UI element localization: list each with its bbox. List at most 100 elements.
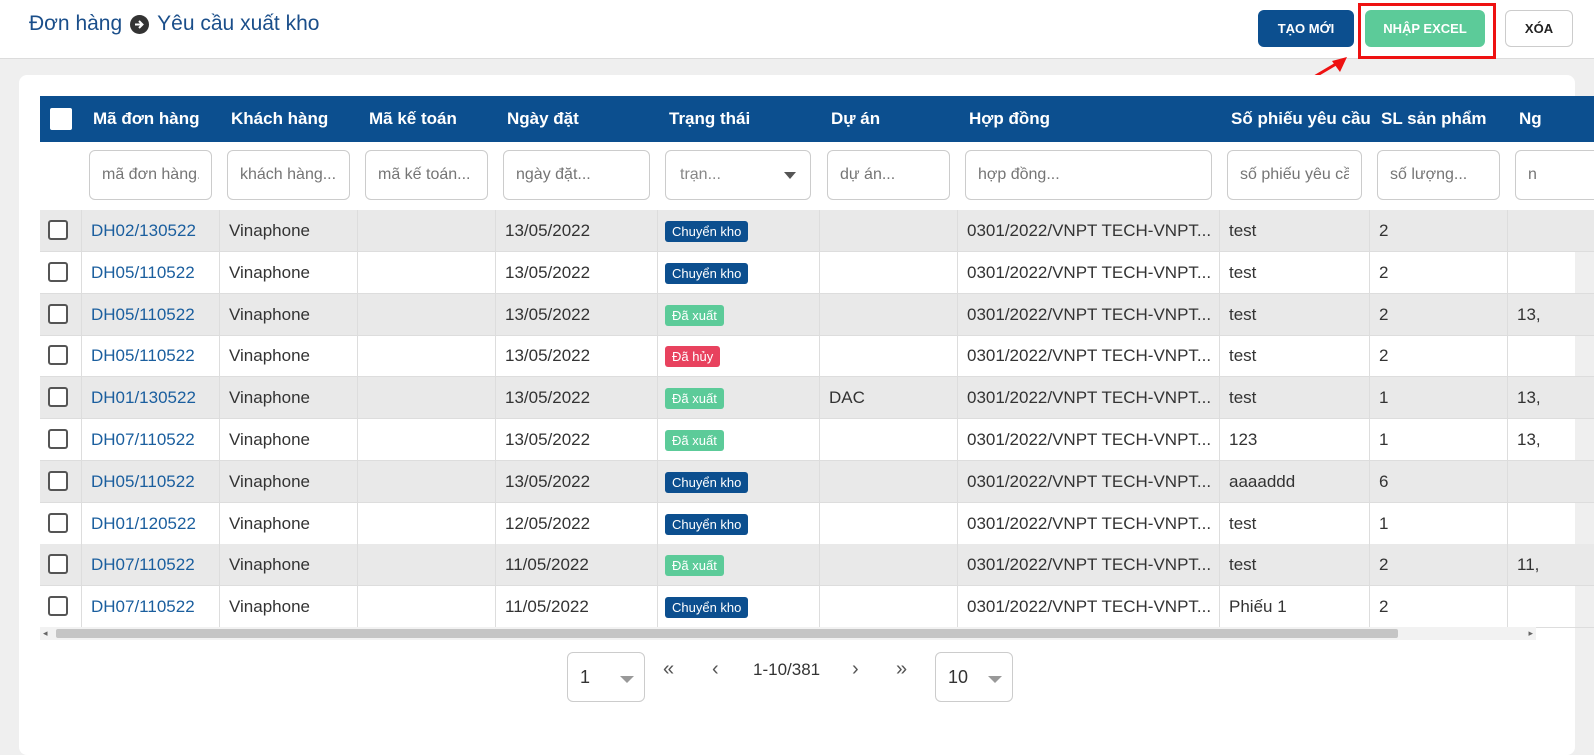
contract-cell: 0301/2022/VNPT TECH-VNPT...: [967, 346, 1212, 366]
request-no-cell: 123: [1229, 430, 1258, 449]
order-code-cell[interactable]: DH07/110522: [81, 544, 219, 586]
row-checkbox[interactable]: [48, 345, 68, 366]
quantity-filter[interactable]: [1377, 150, 1500, 200]
accounting-code-cell: [357, 419, 495, 461]
request-no-filter[interactable]: [1227, 150, 1362, 200]
col-header-request-no[interactable]: Số phiếu yêu cầu: [1219, 96, 1371, 142]
accounting-code-cell: [357, 461, 495, 503]
status-cell: Đã xuất: [657, 377, 819, 419]
request-no-cell: test: [1229, 388, 1257, 408]
order-date-filter[interactable]: [503, 150, 650, 200]
order-code-cell[interactable]: DH07/110522: [81, 586, 219, 628]
quantity-cell: 1: [1379, 513, 1389, 533]
row-checkbox[interactable]: [48, 554, 68, 575]
table-row[interactable]: DH01/120522 Vinaphone 12/05/2022 Chuyển kho…: [40, 502, 1594, 545]
table-row[interactable]: DH02/130522 Vinaphone 13/05/2022 Chuyển kho…: [40, 210, 1594, 252]
request-no-cell: aaaaddd: [1229, 471, 1296, 491]
horizontal-scrollbar[interactable]: ◂ ▸: [40, 627, 1536, 640]
order-date-cell: 13/05/2022: [505, 346, 591, 366]
next-page-icon[interactable]: ›: [852, 658, 859, 681]
order-code-cell[interactable]: DH05/110522: [81, 461, 219, 503]
contract-cell: 0301/2022/VNPT TECH-VNPT...: [967, 555, 1212, 575]
contract-cell: 0301/2022/VNPT TECH-VNPT...: [967, 430, 1212, 449]
table-row[interactable]: DH07/110522 Vinaphone 11/05/2022 Đã xuất 030…: [40, 544, 1594, 587]
customer-filter[interactable]: [227, 150, 350, 200]
customer-cell: Vinaphone: [229, 262, 310, 282]
last-page-icon[interactable]: »: [896, 658, 907, 681]
row-checkbox[interactable]: [48, 512, 68, 533]
col-header-contract[interactable]: Hợp đồng: [957, 96, 1050, 142]
row-checkbox[interactable]: [48, 387, 68, 408]
order-code-cell[interactable]: DH01/130522: [81, 377, 219, 419]
order-code-cell[interactable]: DH05/110522: [81, 335, 219, 377]
status-badge: Đã hủy: [665, 346, 721, 368]
project-filter[interactable]: [827, 150, 950, 200]
row-checkbox[interactable]: [48, 303, 68, 324]
page-size-select[interactable]: 10: [935, 652, 1013, 702]
col-header-status[interactable]: Trạng thái: [657, 96, 750, 142]
customer-cell: Vinaphone: [229, 555, 310, 575]
contract-cell: 0301/2022/VNPT TECH-VNPT...: [967, 513, 1212, 533]
customer-cell: Vinaphone: [229, 304, 310, 324]
extra-filter[interactable]: [1515, 150, 1594, 200]
order-code-cell[interactable]: DH01/120522: [81, 503, 219, 545]
table-row[interactable]: DH05/110522 Vinaphone 13/05/2022 Đã hủy 0301…: [40, 335, 1594, 378]
row-checkbox[interactable]: [48, 429, 68, 449]
status-filter[interactable]: trạn...: [665, 150, 811, 200]
first-page-icon[interactable]: «: [663, 658, 674, 681]
delete-button[interactable]: XÓA: [1505, 10, 1573, 47]
quantity-cell: 6: [1379, 471, 1389, 491]
scrollbar-thumb[interactable]: [56, 629, 1398, 638]
col-header-extra[interactable]: Ng: [1507, 96, 1542, 142]
select-all-checkbox[interactable]: [50, 108, 72, 130]
prev-page-icon[interactable]: ‹: [712, 658, 719, 681]
scroll-right-icon[interactable]: ▸: [1528, 628, 1533, 639]
scroll-left-icon[interactable]: ◂: [43, 628, 48, 639]
project-cell: [819, 544, 957, 586]
col-header-order-code[interactable]: Mã đơn hàng: [81, 96, 200, 142]
table-row[interactable]: DH07/110522 Vinaphone 11/05/2022 Chuyển kho…: [40, 586, 1594, 629]
table-row[interactable]: DH05/110522 Vinaphone 13/05/2022 Chuyển kho…: [40, 460, 1594, 503]
order-code-cell[interactable]: DH05/110522: [81, 294, 219, 336]
table-row[interactable]: DH01/130522 Vinaphone 13/05/2022 Đã xuất DAC…: [40, 377, 1594, 420]
contract-filter[interactable]: [965, 150, 1212, 200]
project-cell: [819, 503, 957, 545]
table-row[interactable]: DH07/110522 Vinaphone 13/05/2022 Đã xuất 030…: [40, 419, 1594, 461]
customer-cell: Vinaphone: [229, 471, 310, 491]
status-badge: Chuyển kho: [665, 471, 749, 493]
page-size-value: 10: [948, 666, 969, 687]
status-badge: Chuyển kho: [665, 262, 749, 284]
page-select[interactable]: 1: [567, 652, 645, 702]
order-date-cell: 13/05/2022: [505, 430, 591, 449]
row-checkbox[interactable]: [48, 470, 68, 491]
order-code-filter[interactable]: [89, 150, 212, 200]
table-row[interactable]: DH05/110522 Vinaphone 13/05/2022 Chuyển kho…: [40, 251, 1594, 294]
customer-cell: Vinaphone: [229, 430, 310, 449]
row-checkbox[interactable]: [48, 596, 68, 617]
customer-cell: Vinaphone: [229, 388, 310, 408]
request-no-cell: test: [1229, 262, 1257, 282]
accounting-code-filter[interactable]: [365, 150, 488, 200]
col-header-quantity[interactable]: SL sản phẩm: [1369, 96, 1487, 142]
table-row[interactable]: DH05/110522 Vinaphone 13/05/2022 Đã xuất 030…: [40, 293, 1594, 336]
order-code-cell[interactable]: DH05/110522: [81, 252, 219, 294]
order-code-cell[interactable]: DH07/110522: [81, 419, 219, 461]
row-checkbox[interactable]: [48, 261, 68, 282]
extra-cell: [1507, 586, 1594, 628]
col-header-customer[interactable]: Khách hàng: [219, 96, 328, 142]
create-new-button[interactable]: TẠO MỚI: [1258, 10, 1354, 47]
accounting-code-cell: [357, 377, 495, 419]
col-header-project[interactable]: Dự án: [819, 96, 880, 142]
orders-table: Mã đơn hàng Khách hàng Mã kế toán Ngày đ…: [40, 96, 1594, 648]
breadcrumb-parent[interactable]: Đơn hàng: [29, 12, 122, 36]
accounting-code-cell: [357, 252, 495, 294]
order-code-cell[interactable]: DH02/130522: [81, 210, 219, 252]
row-checkbox[interactable]: [48, 220, 68, 240]
annotation-highlight-box: [1358, 3, 1496, 59]
contract-cell: 0301/2022/VNPT TECH-VNPT...: [967, 304, 1212, 324]
table-header: Mã đơn hàng Khách hàng Mã kế toán Ngày đ…: [40, 96, 1594, 142]
breadcrumb: Đơn hàng Yêu cầu xuất kho: [29, 12, 319, 36]
col-header-accounting-code[interactable]: Mã kế toán: [357, 96, 457, 142]
accounting-code-cell: [357, 294, 495, 336]
col-header-order-date[interactable]: Ngày đặt: [495, 96, 579, 142]
